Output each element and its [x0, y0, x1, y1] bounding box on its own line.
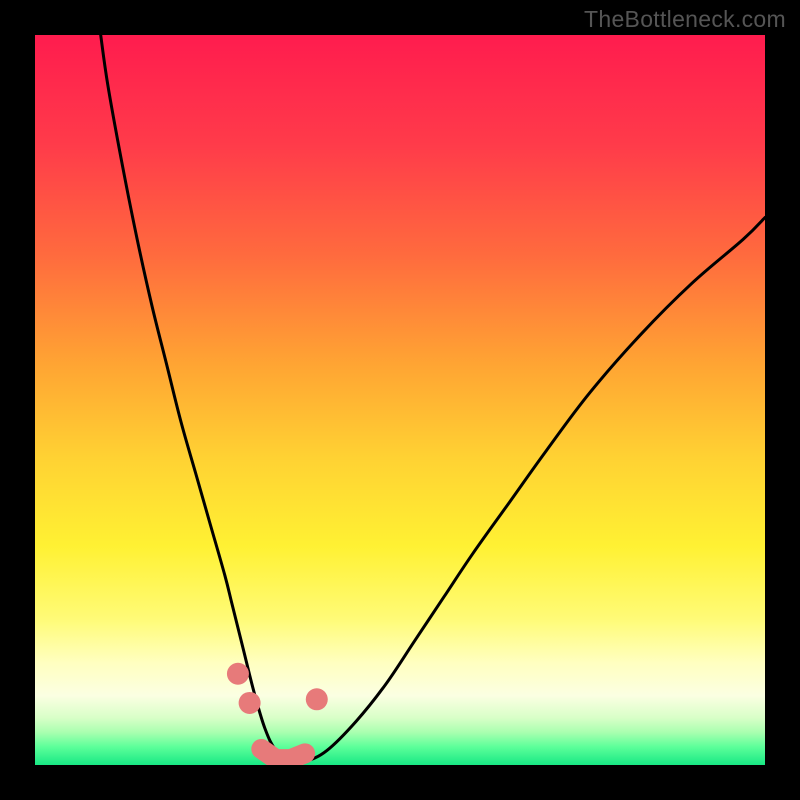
bottleneck-curve: [101, 35, 765, 763]
highlight-markers: [227, 663, 328, 759]
curve-layer: [35, 35, 765, 765]
watermark-text: TheBottleneck.com: [584, 6, 786, 33]
highlight-dot: [227, 663, 249, 685]
highlight-dot: [239, 692, 261, 714]
chart-frame: TheBottleneck.com: [0, 0, 800, 800]
highlight-dot: [306, 688, 328, 710]
highlight-segment: [261, 749, 305, 759]
plot-area: [35, 35, 765, 765]
